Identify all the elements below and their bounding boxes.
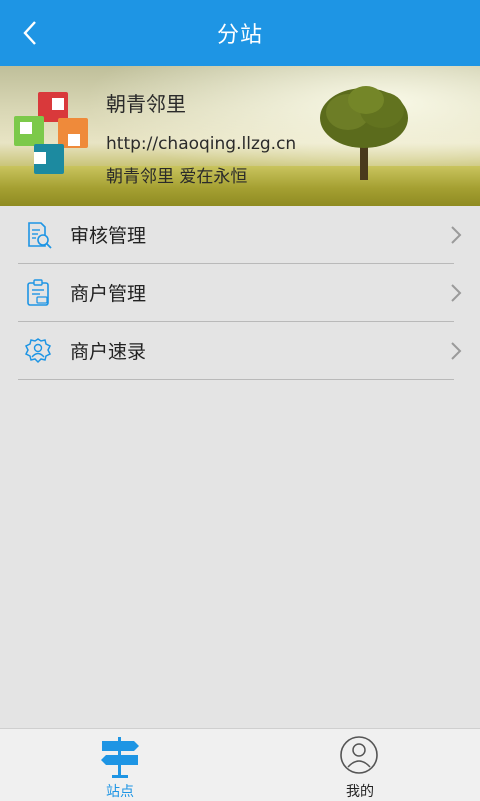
menu-item-merchant-quick-entry[interactable]: 商户速录 bbox=[18, 322, 462, 380]
station-url[interactable]: http://chaoqing.llzg.cn bbox=[106, 134, 296, 154]
tab-station[interactable]: 站点 bbox=[0, 729, 240, 801]
chevron-right-icon bbox=[451, 226, 462, 244]
user-avatar-icon bbox=[340, 736, 378, 774]
bottom-tab-bar: 站点 我的 bbox=[0, 728, 480, 801]
tree-illustration bbox=[320, 86, 408, 180]
station-slogan: 朝青邻里 爱在永恒 bbox=[106, 167, 248, 187]
menu-item-merchant-management[interactable]: 商户管理 bbox=[18, 264, 462, 322]
header-bar: 分站 bbox=[0, 0, 480, 66]
gear-user-icon bbox=[22, 335, 54, 367]
audit-document-icon bbox=[22, 219, 54, 251]
tab-mine[interactable]: 我的 bbox=[240, 729, 480, 801]
menu-list: 审核管理 商户管理 商户速录 bbox=[0, 206, 480, 380]
chevron-right-icon bbox=[451, 284, 462, 302]
chevron-right-icon bbox=[451, 342, 462, 360]
menu-item-audit[interactable]: 审核管理 bbox=[18, 206, 462, 264]
signpost-icon bbox=[101, 737, 139, 778]
station-name: 朝青邻里 bbox=[106, 92, 186, 116]
menu-item-label: 审核管理 bbox=[70, 225, 147, 247]
tab-label: 我的 bbox=[346, 784, 374, 800]
station-logo bbox=[14, 92, 88, 174]
menu-item-label: 商户管理 bbox=[70, 283, 147, 305]
merchant-clipboard-icon bbox=[22, 277, 54, 309]
tab-label: 站点 bbox=[106, 784, 134, 800]
page-title: 分站 bbox=[216, 23, 263, 48]
menu-item-label: 商户速录 bbox=[70, 341, 147, 363]
station-banner: 朝青邻里 http://chaoqing.llzg.cn 朝青邻里 爱在永恒 bbox=[0, 66, 480, 206]
